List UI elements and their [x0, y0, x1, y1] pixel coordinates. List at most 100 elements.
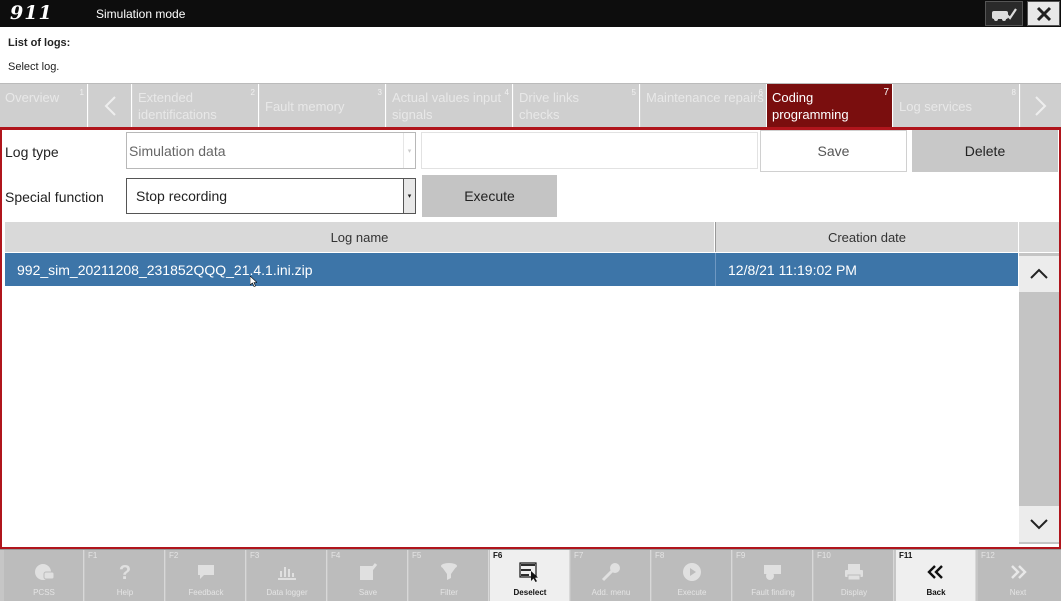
- title-bar: 911 Simulation mode: [0, 0, 1061, 27]
- scroll-down-button[interactable]: [1019, 506, 1059, 542]
- display-icon: [814, 561, 894, 583]
- tab-drive-links[interactable]: Drive links checks 5: [514, 84, 640, 128]
- tab-maintenance-repairs[interactable]: Maintenance repairs 6: [641, 84, 767, 128]
- page-instruction: Select log.: [8, 61, 60, 73]
- special-function-value: Stop recording: [136, 188, 228, 204]
- fault-finding-icon: [733, 561, 813, 583]
- add-menu-icon: [571, 561, 651, 583]
- fkey-feedback[interactable]: F2 Feedback: [166, 550, 246, 601]
- fkey-pcss[interactable]: PCSS: [4, 550, 84, 601]
- tab-label: Overview: [5, 90, 60, 105]
- fkey-filter[interactable]: F5 Filter: [409, 550, 489, 601]
- fkey-help[interactable]: F1 ? Help: [85, 550, 165, 601]
- tab-coding-programming[interactable]: Coding programming 7: [767, 84, 893, 128]
- fkey-number: F11: [899, 551, 913, 560]
- chevron-down-icon: [1030, 519, 1048, 530]
- car-icon: [4, 561, 84, 583]
- fkey-add-menu[interactable]: F7 Add. menu: [571, 550, 651, 601]
- fkey-number: F9: [736, 551, 746, 560]
- tab-number: 5: [631, 88, 636, 97]
- fkey-display[interactable]: F10 Display: [814, 550, 894, 601]
- fkey-label: Execute: [677, 588, 707, 597]
- fkey-back[interactable]: F11 Back: [896, 550, 976, 601]
- table-row[interactable]: 992_sim_20211208_231852QQQ_21.4.1.ini.zi…: [5, 253, 1018, 286]
- vehicle-check-icon: [992, 7, 1017, 21]
- tab-number: 7: [883, 87, 889, 98]
- column-header-creation-date[interactable]: Creation date: [715, 222, 1019, 252]
- next-icon: [978, 561, 1058, 583]
- tab-label: Log services: [899, 99, 972, 114]
- tab-number: 1: [79, 88, 84, 97]
- tab-label: Coding programming: [772, 90, 849, 122]
- log-name-cell: 992_sim_20211208_231852QQQ_21.4.1.ini.zi…: [17, 261, 313, 278]
- fkey-execute[interactable]: F8 Execute: [652, 550, 732, 601]
- function-key-toolbar: PCSS F1 ? Help F2 Feedback F3 Data logge…: [0, 549, 1061, 601]
- tab-label: Drive links checks: [519, 90, 579, 122]
- fkey-label: Feedback: [188, 588, 224, 597]
- fkey-number: F6: [493, 551, 503, 560]
- tab-log-services[interactable]: Log services 8: [894, 84, 1020, 128]
- table-scrollbar[interactable]: [1019, 253, 1059, 544]
- delete-button[interactable]: Delete: [912, 130, 1058, 172]
- chevron-down-icon: ▾: [403, 133, 415, 168]
- tab-prev-button[interactable]: [89, 84, 132, 128]
- fkey-number: F8: [655, 551, 665, 560]
- log-type-select[interactable]: Simulation data ▾: [126, 132, 416, 169]
- app-logo: 911: [10, 2, 53, 24]
- fkey-label: Display: [840, 588, 868, 597]
- execute-button[interactable]: Execute: [422, 175, 557, 217]
- tab-overview[interactable]: Overview 1: [0, 84, 88, 128]
- creation-date-cell: 12/8/21 11:19:02 PM: [715, 253, 1015, 286]
- fkey-label: Filter: [440, 588, 458, 597]
- tab-label: Fault memory: [265, 99, 345, 114]
- help-icon: ?: [85, 561, 165, 583]
- tab-number: 8: [1011, 88, 1016, 97]
- vehicle-check-button[interactable]: [985, 1, 1023, 26]
- execute-icon: [652, 561, 732, 583]
- tab-number: 3: [377, 88, 382, 97]
- page-title: List of logs:: [8, 37, 71, 49]
- fkey-label: Back: [926, 588, 946, 597]
- fkey-number: F5: [412, 551, 422, 560]
- data-logger-icon: [247, 561, 327, 583]
- log-name-input[interactable]: [421, 132, 758, 169]
- close-button[interactable]: [1027, 1, 1060, 26]
- chevron-left-icon: [104, 96, 116, 116]
- mouse-cursor-icon: [250, 276, 257, 287]
- tab-extended-identifications[interactable]: Extended identifications 2: [133, 84, 259, 128]
- fkey-next[interactable]: F12 Next: [978, 550, 1061, 601]
- app-window: 911 Simulation mode List of logs: Select…: [0, 0, 1061, 601]
- fkey-number: F3: [250, 551, 260, 560]
- column-header-log-name[interactable]: Log name: [5, 222, 715, 252]
- tab-label: Maintenance repairs: [646, 90, 764, 105]
- scroll-up-button[interactable]: [1019, 256, 1059, 292]
- fkey-fault-finding[interactable]: F9 Fault finding: [733, 550, 813, 601]
- fkey-number: F2: [169, 551, 179, 560]
- tab-number: 2: [250, 88, 255, 97]
- save-button[interactable]: Save: [760, 130, 907, 172]
- close-icon: [1036, 6, 1051, 21]
- tab-label: Actual values input signals: [392, 90, 502, 122]
- chevron-right-icon: [1035, 96, 1047, 116]
- fkey-number: F7: [574, 551, 584, 560]
- fkey-label: Deselect: [513, 588, 547, 597]
- tab-next-button[interactable]: [1021, 84, 1061, 128]
- table-header: Log name Creation date: [5, 222, 1059, 252]
- tab-actual-values[interactable]: Actual values input signals 4: [387, 84, 513, 128]
- fkey-data-logger[interactable]: F3 Data logger: [247, 550, 327, 601]
- tab-number: 6: [758, 88, 763, 97]
- fkey-save[interactable]: F4 Save: [328, 550, 408, 601]
- fkey-label: Help: [116, 588, 134, 597]
- special-function-label: Special function: [5, 189, 104, 205]
- fkey-deselect[interactable]: F6 Deselect: [490, 550, 570, 601]
- back-icon: [896, 561, 976, 583]
- fkey-number: F10: [817, 551, 831, 560]
- chevron-down-icon: ▾: [403, 179, 415, 213]
- filter-icon: [409, 561, 489, 583]
- fkey-label: Fault finding: [751, 588, 795, 597]
- tab-fault-memory[interactable]: Fault memory 3: [260, 84, 386, 128]
- special-function-select[interactable]: Stop recording ▾: [126, 178, 416, 214]
- feedback-icon: [166, 561, 246, 583]
- log-type-label: Log type: [5, 144, 59, 160]
- fkey-label: PCSS: [33, 588, 55, 597]
